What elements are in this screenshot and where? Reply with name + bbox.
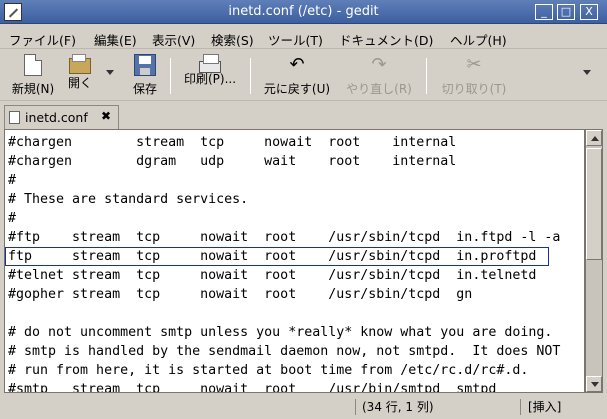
code-line: #ftp stream tcp nowait root /usr/sbin/tc… [8, 230, 561, 245]
status-divider [520, 399, 521, 415]
save-disk-icon [134, 54, 156, 76]
document-tab-bar: inetd.conf ✖ [0, 102, 607, 129]
scroll-down-arrow-icon[interactable] [586, 376, 602, 392]
text-document-icon [9, 111, 20, 124]
code-line: #telnet stream tcp nowait root /usr/sbin… [8, 268, 537, 283]
menu-view[interactable]: 表示(V) [152, 30, 195, 49]
menu-help[interactable]: ヘルプ(H) [450, 30, 507, 49]
title-bar: inetd.conf (/etc) - gedit _ □ X [0, 0, 607, 24]
code-line: # [8, 211, 17, 226]
new-button[interactable]: 新規(N) [8, 54, 58, 98]
vertical-scrollbar[interactable] [585, 129, 603, 393]
cursor-position: (34 行, 1 列) [362, 400, 434, 414]
scroll-up-arrow-icon[interactable] [586, 130, 602, 146]
code-line: #chargen dgram udp wait root internal [8, 154, 457, 169]
code-line: #chargen stream tcp nowait root internal [8, 135, 457, 150]
status-divider [355, 399, 356, 415]
toolbar-separator [250, 58, 251, 94]
maximize-button[interactable]: □ [557, 4, 575, 20]
current-line-highlight [5, 247, 549, 266]
scrollbar-thumb[interactable] [586, 148, 602, 260]
toolbar-overflow-arrow-icon[interactable] [583, 70, 591, 75]
close-window-button[interactable]: X [580, 4, 598, 20]
tab-close-icon[interactable]: ✖ [101, 109, 111, 123]
scissors-icon: ✂ [466, 54, 482, 75]
code-line: # run from here, it is started at boot t… [8, 363, 529, 378]
open-label: 開く [67, 76, 92, 90]
printer-icon [199, 54, 221, 73]
redo-icon: ↷ [371, 54, 387, 75]
code-line: #smtp stream tcp nowait root /usr/bin/sm… [8, 382, 497, 393]
toolbar: 新規(N) 開く 保存 印刷(P)... ↶ 元に戻す(U) ↷ やり直し(R)… [0, 50, 607, 101]
window-title: inetd.conf (/etc) - gedit [228, 4, 379, 19]
undo-icon: ↶ [289, 54, 305, 75]
menu-edit[interactable]: 編集(E) [94, 30, 137, 49]
insert-mode-indicator: [挿入] [528, 400, 562, 414]
tab-label: inetd.conf [25, 110, 88, 125]
menu-documents[interactable]: ドキュメント(D) [339, 30, 433, 49]
save-button[interactable]: 保存 [128, 54, 162, 98]
undo-button[interactable]: ↶ 元に戻す(U) [261, 54, 333, 98]
menu-tools[interactable]: ツール(T) [268, 30, 323, 49]
redo-button[interactable]: ↷ やり直し(R) [343, 54, 415, 98]
minimize-button[interactable]: _ [535, 4, 553, 20]
cut-label: 切り取り(T) [441, 82, 507, 96]
text-editor[interactable]: #chargen stream tcp nowait root internal… [4, 129, 585, 393]
toolbar-separator [170, 58, 171, 94]
redo-label: やり直し(R) [346, 82, 412, 96]
cut-button[interactable]: ✂ 切り取り(T) [438, 54, 510, 98]
open-folder-icon [69, 54, 91, 74]
code-line: #gopher stream tcp nowait root /usr/sbin… [8, 287, 473, 302]
code-line: # [8, 173, 17, 188]
menu-bar: ファイル(F) 編集(E) 表示(V) 検索(S) ツール(T) ドキュメント(… [0, 25, 607, 49]
new-document-icon [24, 54, 42, 76]
menu-search[interactable]: 検索(S) [211, 30, 254, 49]
code-line: # do not uncomment smtp unless you *real… [8, 325, 553, 340]
new-label: 新規(N) [11, 82, 55, 96]
status-bar: (34 行, 1 列) [挿入] [0, 396, 607, 419]
toolbar-separator [426, 58, 427, 94]
open-button[interactable]: 開く [62, 54, 98, 98]
print-button[interactable]: 印刷(P)... [180, 54, 240, 98]
open-recent-arrow-icon[interactable] [106, 70, 114, 75]
save-label: 保存 [132, 82, 157, 96]
undo-label: 元に戻す(U) [263, 82, 331, 96]
menu-file[interactable]: ファイル(F) [9, 30, 76, 49]
code-line: # These are standard services. [8, 192, 249, 207]
tab-inetd-conf[interactable]: inetd.conf ✖ [4, 105, 119, 129]
code-line: # smtp is handled by the sendmail daemon… [8, 344, 561, 359]
